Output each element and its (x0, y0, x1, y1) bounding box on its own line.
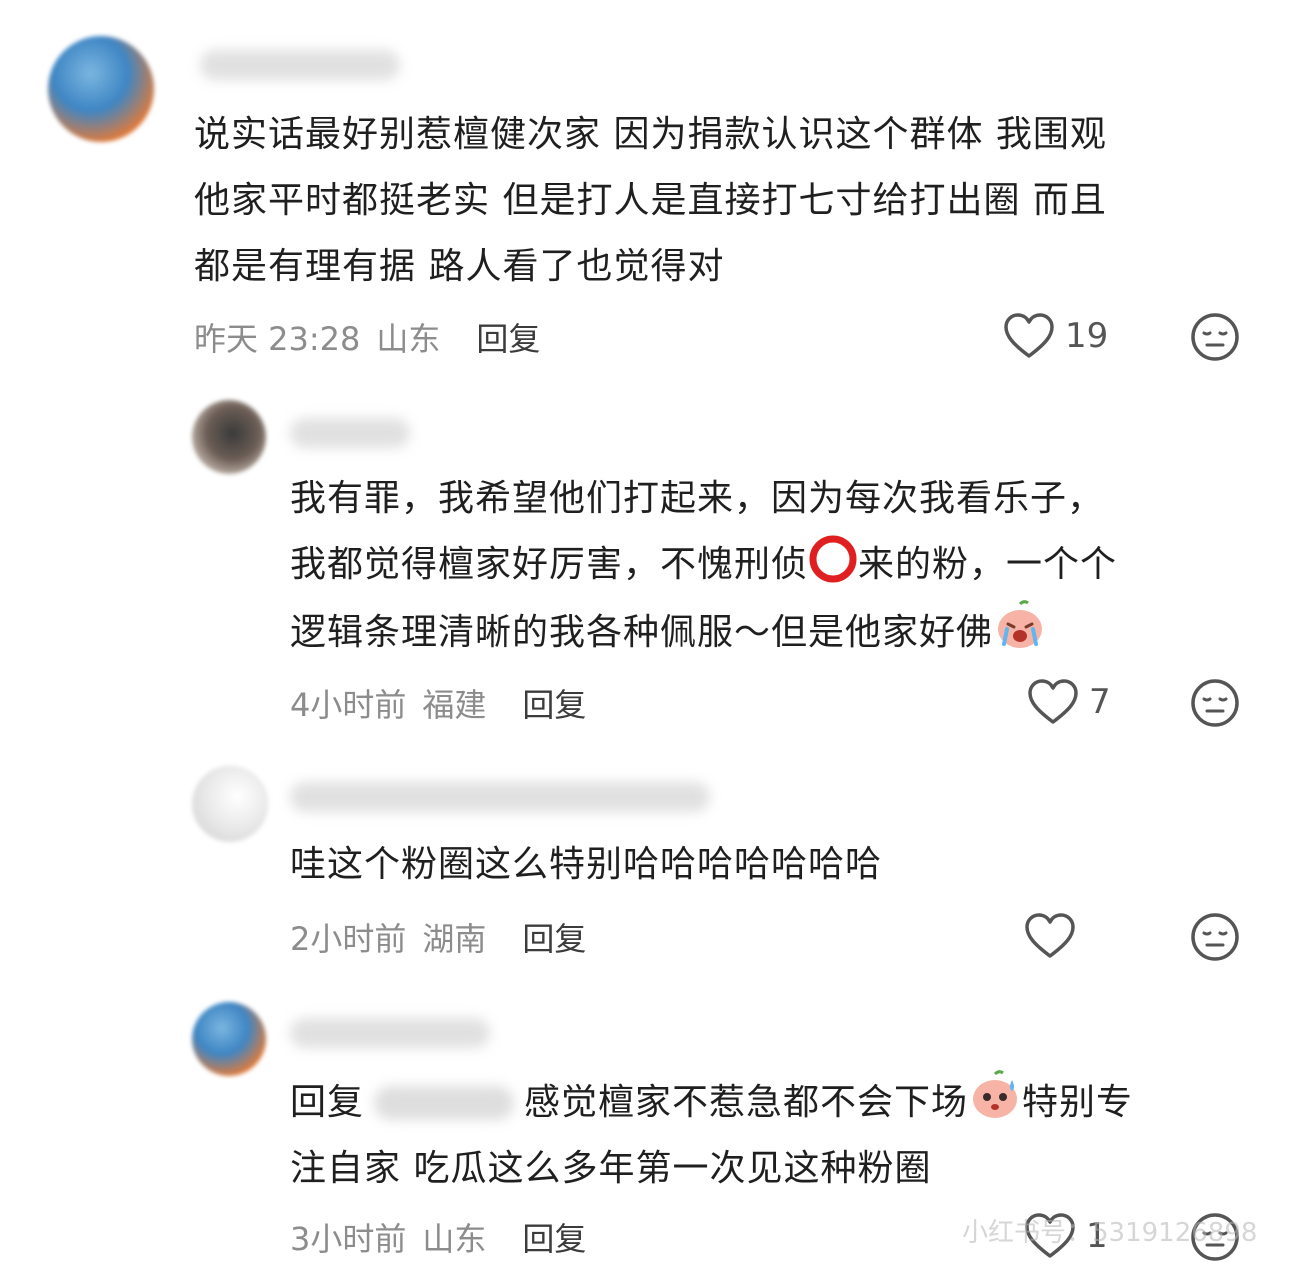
comment-meta: 2小时前 湖南 回复 (290, 914, 586, 960)
reply-button[interactable]: 回复 (476, 314, 540, 360)
timestamp: 2小时前 (290, 920, 407, 958)
comment-meta: 3小时前 山东 回复 (290, 1214, 586, 1260)
crying-peach-emoji (998, 600, 1043, 648)
neutral-face-icon[interactable] (1190, 312, 1240, 362)
comment-meta: 4小时前 福建 回复 (290, 680, 586, 726)
location: 湖南 (422, 920, 487, 958)
sweating-peach-emoji (973, 1070, 1018, 1118)
avatar[interactable] (192, 1002, 266, 1076)
comment-line: 哇这个粉圈这么特别哈哈哈哈哈哈哈 (290, 844, 883, 885)
avatar[interactable] (192, 766, 268, 842)
neutral-face-icon[interactable] (1190, 678, 1240, 728)
heart-outline-icon (1004, 313, 1054, 358)
mentioned-user-blurred[interactable] (374, 1086, 515, 1120)
comment-line: 回复 感觉檀家不惹急都不会下场 特别专 (290, 1068, 1133, 1136)
neutral-face-icon[interactable] (1190, 912, 1240, 962)
comment-text: 说实话最好别惹檀健次家 因为捐款认识这个群体 我围观 他家平时都挺老实 但是打人… (194, 102, 1107, 300)
username-blurred[interactable] (290, 782, 710, 812)
watermark: 小红书号：5319126898 (962, 1218, 1258, 1248)
avatar[interactable] (48, 36, 154, 142)
reply-button[interactable]: 回复 (522, 680, 586, 726)
like-button[interactable]: 7 (1027, 678, 1111, 726)
comment-text: 我有罪，我希望他们打起来，因为每次我看乐子， 我都觉得檀家好厉害，不愧刑侦 来的粉… (290, 466, 1117, 666)
comment-fragment: 感觉檀家不惹急都不会下场 (524, 1082, 969, 1123)
location: 福建 (422, 686, 487, 724)
avatar[interactable] (192, 400, 266, 474)
heart-outline-icon (1028, 679, 1078, 724)
comment-line: 我有罪，我希望他们打起来，因为每次我看乐子， (290, 478, 1105, 519)
timestamp: 3小时前 (290, 1220, 407, 1258)
comment-line: 注自家 吃瓜这么多年第一次见这种粉圈 (290, 1148, 932, 1189)
reply-button[interactable]: 回复 (522, 914, 586, 960)
comment-text: 回复 感觉檀家不惹急都不会下场 特别专 注自家 吃瓜这么多年第一次见这种粉圈 (290, 1068, 1133, 1202)
red-circle-emoji (809, 535, 857, 583)
comment-line: 都是有理有据 路人看了也觉得对 (194, 246, 725, 287)
timestamp: 昨天 23:28 (194, 320, 361, 358)
comment-fragment: 我都觉得檀家好厉害，不愧刑侦 (290, 544, 809, 585)
location: 山东 (422, 1220, 487, 1258)
reply-prefix: 回复 (290, 1082, 365, 1123)
comment-fragment: 来的粉，一个个 (858, 544, 1118, 585)
location: 山东 (376, 320, 441, 358)
like-button[interactable] (1024, 912, 1086, 960)
heart-outline-icon (1025, 913, 1075, 958)
comment-line: 说实话最好别惹檀健次家 因为捐款认识这个群体 我围观 (194, 114, 1107, 155)
like-count: 19 (1065, 316, 1109, 356)
like-count: 7 (1089, 682, 1111, 722)
comment-fragment: 特别专 (1022, 1082, 1134, 1123)
comment-line: 他家平时都挺老实 但是打人是直接打七寸给打出圈 而且 (194, 180, 1107, 221)
username-blurred[interactable] (290, 418, 410, 448)
reply-button[interactable]: 回复 (522, 1214, 586, 1260)
timestamp: 4小时前 (290, 686, 407, 724)
comment-fragment: 逻辑条理清晰的我各种佩服～但是他家好佛 (290, 612, 994, 653)
comment-line: 我都觉得檀家好厉害，不愧刑侦 来的粉，一个个 (290, 532, 1117, 598)
comment-text: 哇这个粉圈这么特别哈哈哈哈哈哈哈 (290, 832, 882, 898)
username-blurred[interactable] (290, 1018, 490, 1048)
like-button[interactable]: 19 (1003, 312, 1108, 360)
comment-meta: 昨天 23:28 山东 回复 (194, 314, 540, 360)
comment-line: 逻辑条理清晰的我各种佩服～但是他家好佛 (290, 598, 1117, 666)
username-blurred[interactable] (200, 50, 400, 80)
